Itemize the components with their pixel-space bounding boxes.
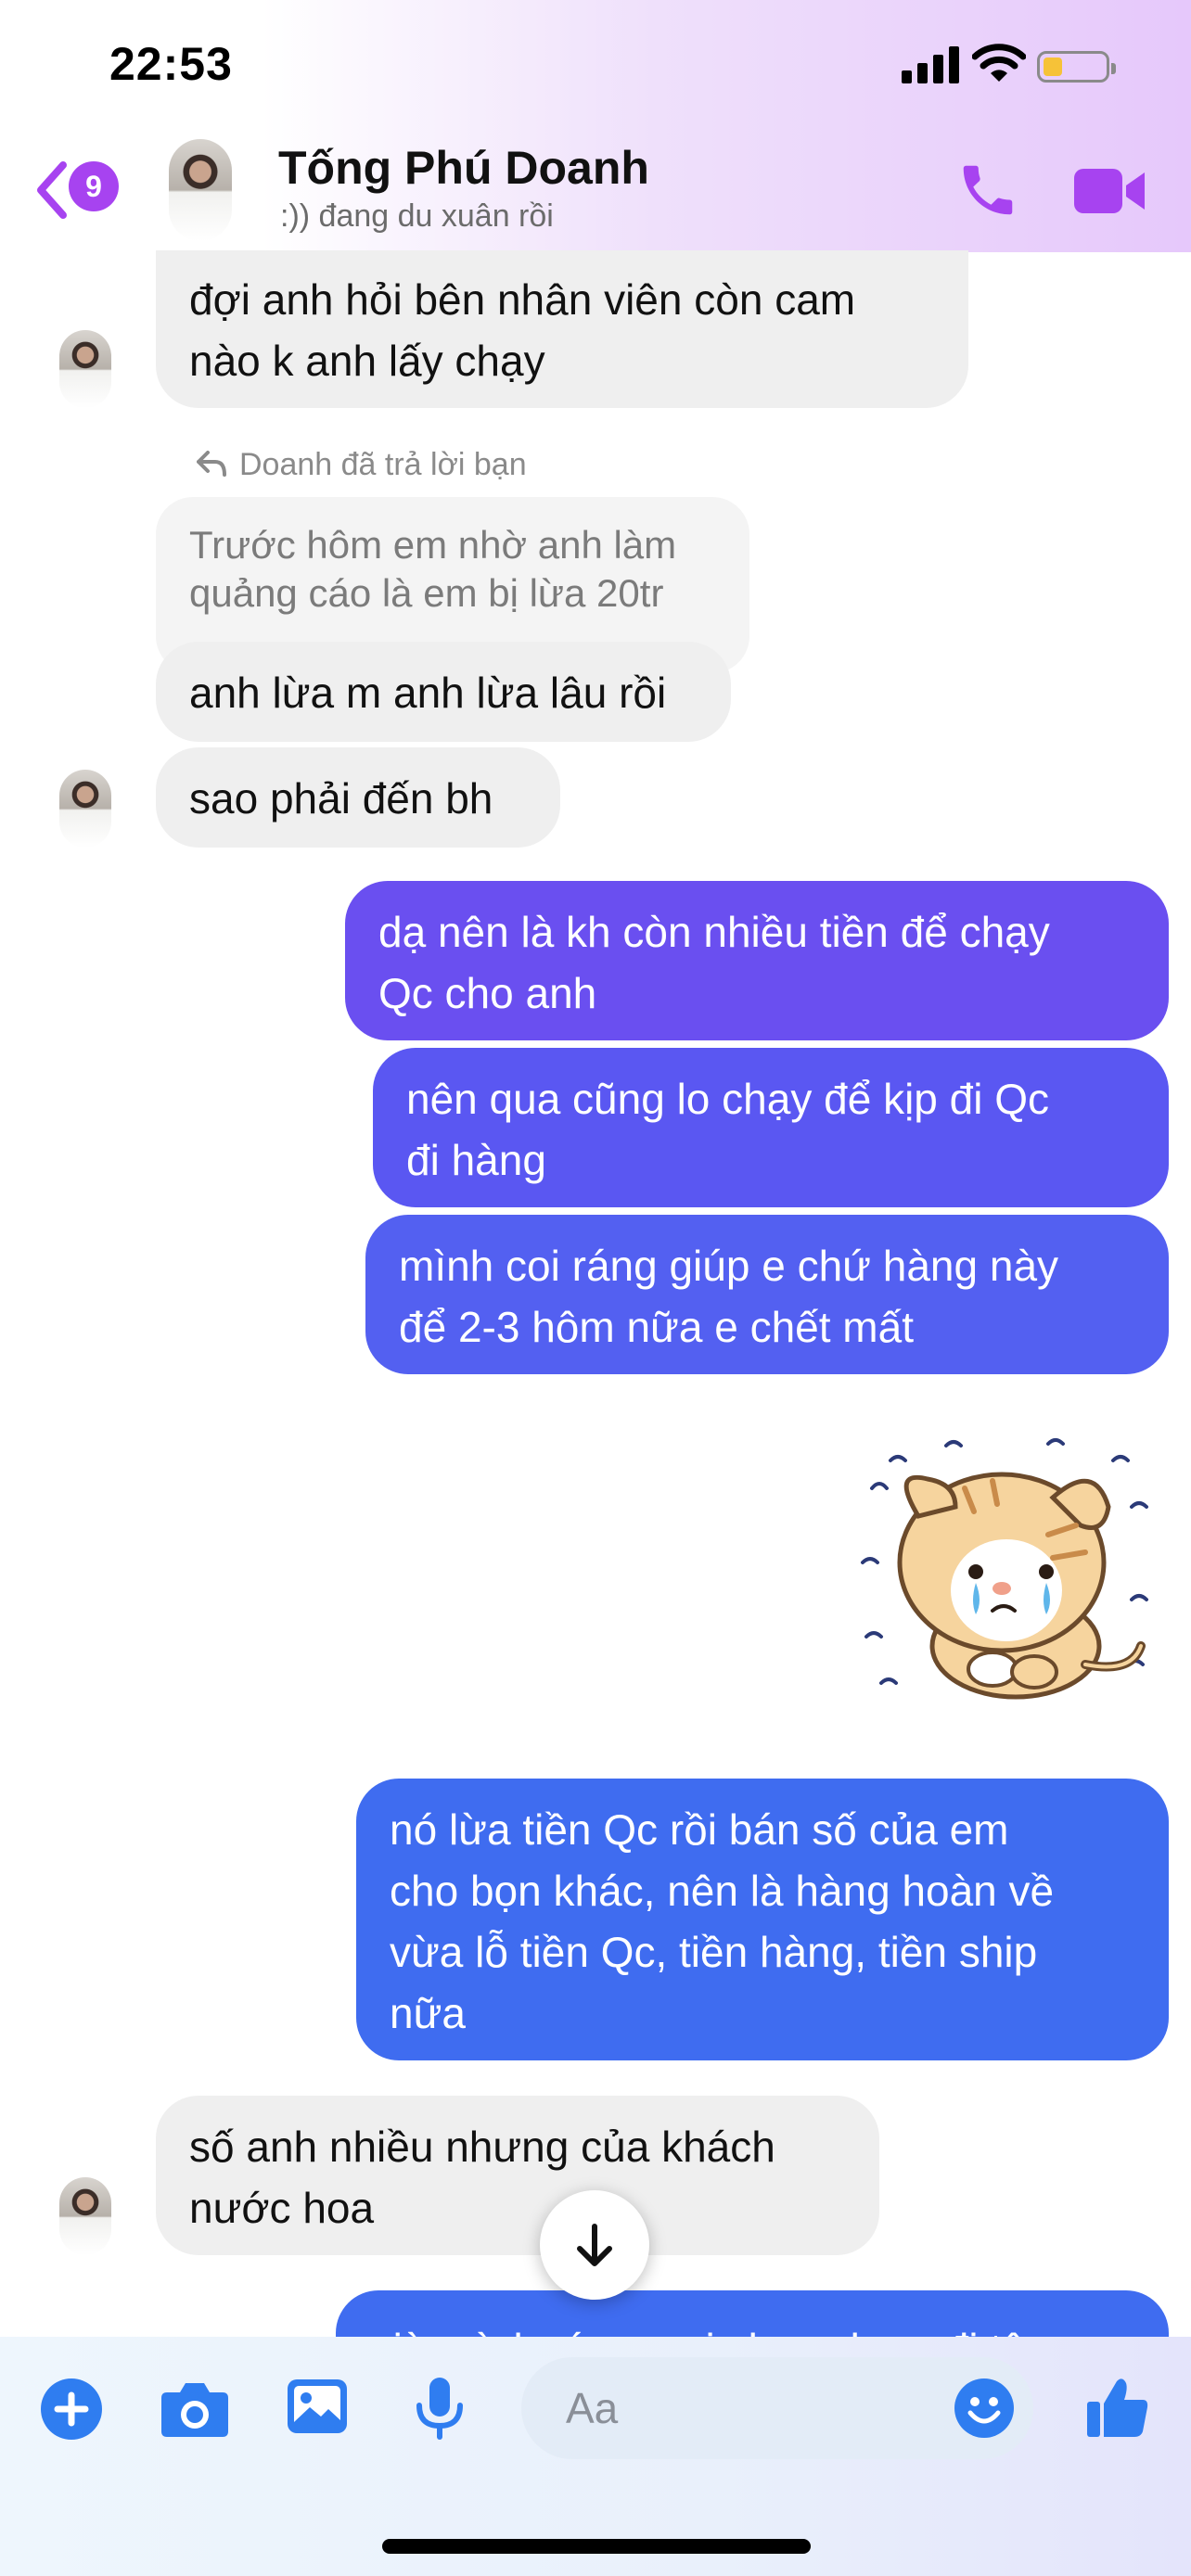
home-indicator	[382, 2539, 811, 2554]
video-camera-icon	[1074, 169, 1145, 213]
thumbs-up-icon	[1087, 2378, 1148, 2437]
message-outgoing[interactable]: nó lừa tiền Qc rồi bán số của em cho bọn…	[356, 1779, 1169, 2060]
voice-record-button[interactable]	[414, 2376, 466, 2445]
emoji-button[interactable]	[954, 2378, 1015, 2443]
wifi-icon	[971, 41, 1027, 88]
sender-avatar	[59, 330, 111, 408]
video-call-button[interactable]	[1072, 163, 1146, 223]
message-incoming[interactable]: sao phải đến bh	[156, 747, 560, 848]
unread-badge: 9	[69, 161, 119, 211]
microphone-icon	[416, 2378, 463, 2440]
phone-icon	[963, 165, 1013, 215]
contact-avatar[interactable]	[169, 139, 232, 241]
voice-call-button[interactable]	[955, 158, 1020, 227]
scroll-to-bottom-button[interactable]	[540, 2190, 649, 2300]
crying-cat-sticker[interactable]	[853, 1433, 1159, 1720]
message-incoming[interactable]: anh lừa m anh lừa lâu rồi	[156, 642, 731, 742]
camera-icon	[161, 2383, 228, 2437]
image-icon	[288, 2379, 347, 2433]
gallery-button[interactable]	[286, 2378, 349, 2440]
sender-avatar	[59, 2177, 111, 2255]
back-button[interactable]: 9	[33, 158, 135, 223]
smiley-icon	[954, 2378, 1014, 2438]
cellular-signal-icon	[902, 46, 959, 83]
plus-circle-icon	[41, 2378, 102, 2440]
reply-arrow-icon	[197, 451, 226, 477]
camera-button[interactable]	[160, 2379, 230, 2443]
add-button[interactable]	[41, 2378, 102, 2444]
battery-icon	[1037, 51, 1116, 83]
message-incoming[interactable]: đợi anh hỏi bên nhân viên còn cam nào k …	[156, 250, 968, 408]
message-outgoing[interactable]: dạ nên là kh còn nhiều tiền để chạy Qc c…	[345, 881, 1169, 1040]
contact-status: :)) đang du xuân rồi	[280, 198, 554, 234]
message-outgoing[interactable]: mình coi ráng giúp e chứ hàng này để 2-3…	[365, 1215, 1169, 1374]
chevron-left-icon	[37, 161, 67, 219]
contact-name[interactable]: Tống Phú Doanh	[278, 141, 649, 195]
reply-label: Doanh đã trả lời bạn	[239, 447, 527, 482]
arrow-down-icon	[577, 2224, 612, 2266]
message-outgoing[interactable]: nên qua cũng lo chạy để kịp đi Qc đi hàn…	[373, 1048, 1169, 1207]
sender-avatar	[59, 770, 111, 848]
message-incoming[interactable]: số anh nhiều nhưng của khách nước hoa	[156, 2096, 879, 2255]
status-time: 22:53	[109, 38, 233, 90]
like-button[interactable]	[1083, 2374, 1150, 2445]
